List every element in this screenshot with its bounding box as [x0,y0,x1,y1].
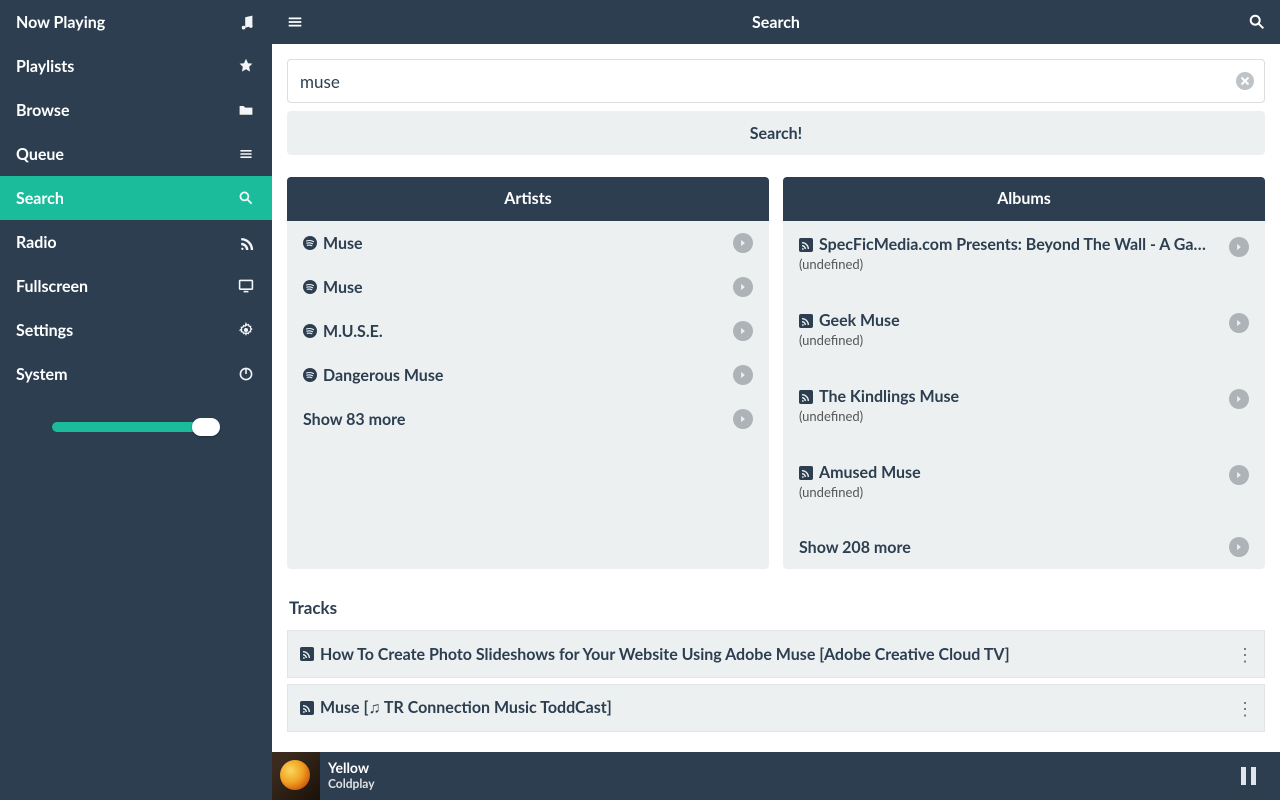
artist-name: Dangerous Muse [323,366,443,385]
gear-icon [238,322,256,338]
artist-row[interactable]: Muse [287,265,769,309]
chevron-right-icon [733,365,753,385]
album-sub: (undefined) [799,408,1219,424]
music-icon [238,14,256,30]
clear-icon[interactable] [1235,71,1255,91]
chevron-right-icon [1229,537,1249,557]
sidebar-item-radio[interactable]: Radio [0,220,272,264]
albums-header: Albums [783,177,1265,221]
album-name: Geek Muse [819,311,900,330]
tracks-header: Tracks [289,597,1265,618]
artist-name: M.U.S.E. [323,322,383,341]
power-icon [238,366,256,382]
sidebar-item-playlists[interactable]: Playlists [0,44,272,88]
list-icon [238,146,256,162]
spotify-icon [303,236,317,250]
menu-icon[interactable] [286,13,304,31]
search-icon[interactable] [1248,13,1266,31]
artist-row[interactable]: Dangerous Muse [287,353,769,397]
page-title: Search [752,13,800,32]
sidebar-item-browse[interactable]: Browse [0,88,272,132]
album-sub: (undefined) [799,256,1219,272]
album-name: The Kindlings Muse [819,387,959,406]
album-art[interactable] [272,752,320,800]
sidebar: Now Playing Playlists Browse Queue Search Rad… [0,0,272,800]
rss-icon [238,234,256,250]
rss-icon [799,238,813,252]
sidebar-item-system[interactable]: System [0,352,272,396]
chevron-right-icon [1229,389,1249,409]
star-icon [238,58,256,74]
folder-icon [238,102,256,118]
artist-name: Muse [323,234,363,253]
kebab-icon[interactable]: ⋮ [1236,699,1254,717]
sidebar-item-label: Search [16,189,64,208]
album-name: Amused Muse [819,463,921,482]
now-playing-bar: Yellow Coldplay [272,752,1280,800]
sidebar-item-label: Browse [16,101,70,120]
artists-header: Artists [287,177,769,221]
artist-row[interactable]: Muse [287,221,769,265]
sidebar-item-label: Playlists [16,57,74,76]
chevron-right-icon [1229,237,1249,257]
pause-button[interactable] [1238,764,1260,788]
sidebar-item-label: Settings [16,321,73,340]
track-row[interactable]: How To Create Photo Slideshows for Your … [287,630,1265,678]
album-row[interactable]: Geek Muse (undefined) [783,297,1265,373]
album-sub: (undefined) [799,332,1219,348]
chevron-right-icon [733,233,753,253]
album-row[interactable]: Amused Muse (undefined) [783,449,1265,525]
track-row[interactable]: Muse [♫ TR Connection Music ToddCast] ⋮ [287,684,1265,732]
chevron-right-icon [733,321,753,341]
sidebar-item-search[interactable]: Search [0,176,272,220]
main-content: Search! Artists Muse Muse M.U.S.E. Dangerou… [272,44,1280,752]
sidebar-item-label: Radio [16,233,57,252]
album-row[interactable]: The Kindlings Muse (undefined) [783,373,1265,449]
rss-icon [300,701,314,715]
rss-icon [799,466,813,480]
spotify-icon [303,280,317,294]
rss-icon [799,314,813,328]
track-name: Muse [♫ TR Connection Music ToddCast] [320,698,612,718]
track-name: How To Create Photo Slideshows for Your … [320,645,1010,664]
kebab-icon[interactable]: ⋮ [1236,645,1254,663]
album-name: SpecFicMedia.com Presents: Beyond The Wa… [819,235,1219,254]
search-icon [238,190,256,206]
search-input[interactable] [287,59,1265,103]
now-playing-title: Yellow [328,760,375,777]
chevron-right-icon [733,277,753,297]
spotify-icon [303,324,317,338]
search-button[interactable]: Search! [287,111,1265,155]
now-playing-artist: Coldplay [328,777,375,791]
sidebar-item-label: Now Playing [16,13,105,32]
topbar: Search [272,0,1280,44]
chevron-right-icon [733,409,753,429]
sidebar-item-label: System [16,365,68,384]
artist-row[interactable]: M.U.S.E. [287,309,769,353]
artists-show-more[interactable]: Show 83 more [287,397,769,441]
sidebar-item-fullscreen[interactable]: Fullscreen [0,264,272,308]
albums-panel: Albums SpecFicMedia.com Presents: Beyond… [783,177,1265,569]
sidebar-item-label: Queue [16,145,64,164]
sidebar-item-queue[interactable]: Queue [0,132,272,176]
album-sub: (undefined) [799,484,1219,500]
rss-icon [300,647,314,661]
sidebar-item-label: Fullscreen [16,277,88,296]
sidebar-item-now-playing[interactable]: Now Playing [0,0,272,44]
spotify-icon [303,368,317,382]
sidebar-item-settings[interactable]: Settings [0,308,272,352]
albums-show-more[interactable]: Show 208 more [783,525,1265,569]
monitor-icon [238,278,256,294]
artists-panel: Artists Muse Muse M.U.S.E. Dangerous Muse Sh… [287,177,769,569]
chevron-right-icon [1229,313,1249,333]
artist-name: Muse [323,278,363,297]
chevron-right-icon [1229,465,1249,485]
album-row[interactable]: SpecFicMedia.com Presents: Beyond The Wa… [783,221,1265,297]
rss-icon [799,390,813,404]
volume-slider[interactable] [52,418,220,434]
